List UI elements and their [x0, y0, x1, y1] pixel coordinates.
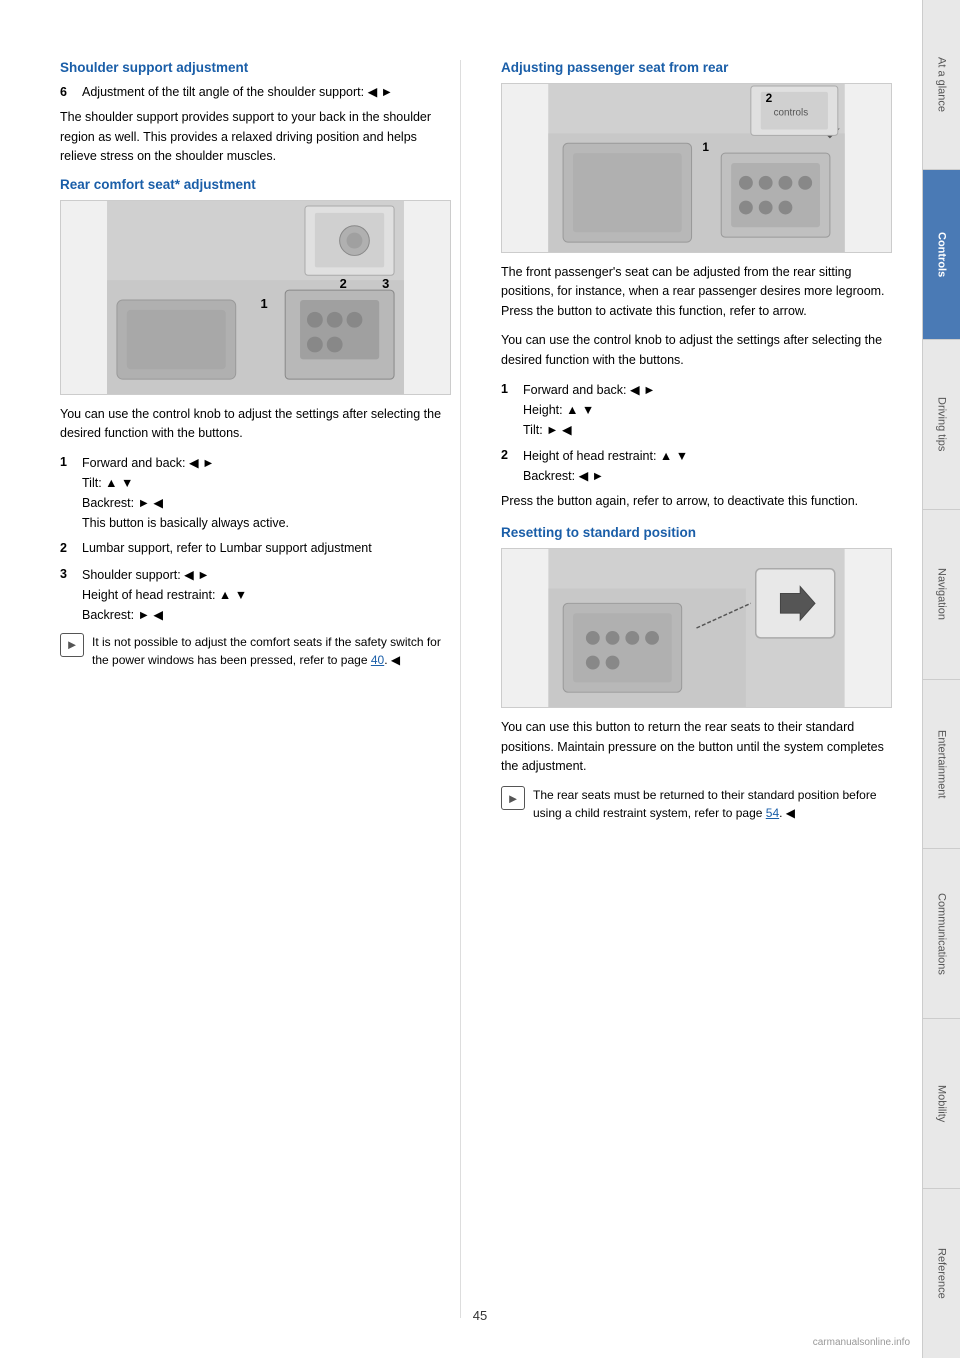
page-link-40[interactable]: 40 — [371, 653, 384, 667]
main-content: Shoulder support adjustment 6 Adjustment… — [0, 0, 922, 1358]
sidebar-tab-communications[interactable]: Communications — [922, 848, 960, 1018]
watermark: carmanualsonline.info — [813, 1337, 910, 1348]
two-column-layout: Shoulder support adjustment 6 Adjustment… — [60, 60, 892, 1318]
svg-text:2: 2 — [340, 276, 347, 291]
note-text: It is not possible to adjust the comfort… — [92, 633, 451, 669]
rear-item-2-content: Lumbar support, refer to Lumbar support … — [82, 539, 451, 558]
sidebar-tab-mobility[interactable]: Mobility — [922, 1018, 960, 1188]
rear-item-3-content: Shoulder support: ◀ ► Height of head res… — [82, 565, 451, 625]
rear-item-1-content: Forward and back: ◀ ► Tilt: ▲ ▼ Backrest… — [82, 453, 451, 533]
sidebar-tab-navigation[interactable]: Navigation — [922, 509, 960, 679]
shoulder-title: Shoulder support adjustment — [60, 60, 451, 75]
left-column: Shoulder support adjustment 6 Adjustment… — [60, 60, 461, 1318]
shoulder-section: Shoulder support adjustment 6 Adjustment… — [60, 60, 451, 167]
shoulder-item-num: 6 — [60, 83, 78, 102]
rear-item-1-num: 1 — [60, 453, 78, 533]
svg-text:1: 1 — [260, 295, 267, 310]
passenger-body1: The front passenger's seat can be adjust… — [501, 263, 892, 321]
svg-text:3: 3 — [382, 276, 389, 291]
passenger-item-1-content: Forward and back: ◀ ► Height: ▲ ▼ Tilt: … — [523, 380, 892, 440]
sidebar: At a glance Controls Driving tips Naviga… — [922, 0, 960, 1358]
reset-image — [501, 548, 892, 708]
sidebar-tab-at-a-glance[interactable]: At a glance — [922, 0, 960, 169]
rear-comfort-note: ► It is not possible to adjust the comfo… — [60, 633, 451, 669]
shoulder-body-text: The shoulder support provides support to… — [60, 108, 451, 166]
page-number: 45 — [473, 1308, 487, 1323]
sidebar-tab-reference[interactable]: Reference — [922, 1188, 960, 1358]
note-icon: ► — [60, 633, 84, 657]
passenger-image: controls 2 1 — [501, 83, 892, 253]
column-divider — [460, 60, 461, 1318]
passenger-item-1: 1 Forward and back: ◀ ► Height: ▲ ▼ Tilt… — [501, 380, 892, 440]
sidebar-tab-at-a-glance-label: At a glance — [936, 57, 948, 112]
page-link-54[interactable]: 54 — [766, 806, 779, 820]
passenger-item-2-num: 2 — [501, 446, 519, 486]
shoulder-item-6: 6 Adjustment of the tilt angle of the sh… — [60, 83, 451, 102]
rear-item-2: 2 Lumbar support, refer to Lumbar suppor… — [60, 539, 451, 558]
sidebar-tab-entertainment-label: Entertainment — [936, 730, 948, 798]
page-container: Shoulder support adjustment 6 Adjustment… — [0, 0, 960, 1358]
rear-item-2-num: 2 — [60, 539, 78, 558]
rear-item-3-num: 3 — [60, 565, 78, 625]
svg-text:controls: controls — [774, 108, 809, 119]
sidebar-tab-controls-label: Controls — [936, 232, 948, 277]
passenger-item-2: 2 Height of head restraint: ▲ ▼ Backrest… — [501, 446, 892, 486]
sidebar-tab-driving-tips-label: Driving tips — [936, 397, 948, 451]
svg-text:2: 2 — [766, 91, 773, 105]
sidebar-tab-entertainment[interactable]: Entertainment — [922, 679, 960, 849]
sidebar-tab-controls[interactable]: Controls — [922, 169, 960, 339]
rear-comfort-body: You can use the control knob to adjust t… — [60, 405, 451, 444]
rear-comfort-image: 1 2 3 — [60, 200, 451, 395]
passenger-item-1-num: 1 — [501, 380, 519, 440]
passenger-item-2-content: Height of head restraint: ▲ ▼ Backrest: … — [523, 446, 892, 486]
resetting-body: You can use this button to return the re… — [501, 718, 892, 776]
passenger-title: Adjusting passenger seat from rear — [501, 60, 892, 75]
reset-note-icon: ► — [501, 786, 525, 810]
sidebar-tab-navigation-label: Navigation — [936, 568, 948, 620]
shoulder-item-text: Adjustment of the tilt angle of the shou… — [82, 83, 451, 102]
resetting-title: Resetting to standard position — [501, 525, 892, 540]
sidebar-tab-driving-tips[interactable]: Driving tips — [922, 339, 960, 509]
passenger-body3: Press the button again, refer to arrow, … — [501, 492, 892, 511]
rear-item-3: 3 Shoulder support: ◀ ► Height of head r… — [60, 565, 451, 625]
rear-comfort-title: Rear comfort seat* adjustment — [60, 177, 451, 192]
sidebar-tab-communications-label: Communications — [936, 893, 948, 975]
passenger-body2: You can use the control knob to adjust t… — [501, 331, 892, 370]
rear-item-1: 1 Forward and back: ◀ ► Tilt: ▲ ▼ Backre… — [60, 453, 451, 533]
sidebar-tab-reference-label: Reference — [936, 1248, 948, 1299]
right-column: Adjusting passenger seat from rear — [491, 60, 892, 1318]
svg-text:1: 1 — [702, 140, 709, 154]
reset-note-text: The rear seats must be returned to their… — [533, 786, 892, 822]
sidebar-tab-mobility-label: Mobility — [936, 1085, 948, 1122]
reset-note: ► The rear seats must be returned to the… — [501, 786, 892, 822]
